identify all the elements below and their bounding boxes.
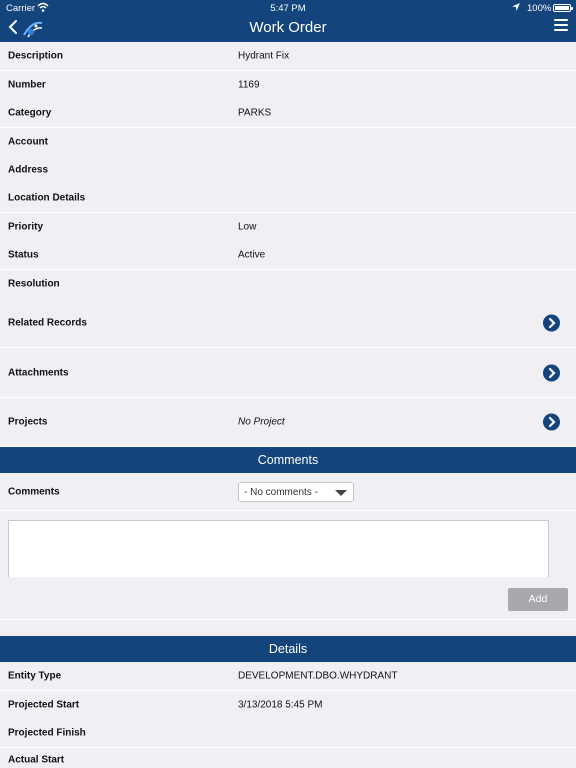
- clock: 5:47 PM: [270, 3, 306, 14]
- battery-icon: [553, 4, 573, 12]
- field-label: Status: [8, 249, 39, 261]
- divider: [0, 619, 576, 620]
- divider: [0, 510, 576, 511]
- detail-row-projected-finish: Projected Finish: [0, 719, 576, 748]
- field-row-status: Status Active: [0, 241, 576, 270]
- chevron-right-circle-icon[interactable]: [543, 413, 560, 431]
- comment-input[interactable]: [8, 520, 549, 577]
- link-row-related-records[interactable]: Related Records: [0, 298, 576, 348]
- field-value: Hydrant Fix: [238, 50, 290, 62]
- battery-percentage: 100%: [527, 3, 552, 14]
- field-value: Active: [238, 249, 266, 261]
- field-row-description: Description Hydrant Fix: [0, 42, 576, 71]
- comments-label: Comments: [8, 486, 60, 497]
- field-label: Category: [8, 107, 52, 119]
- field-label: Resolution: [8, 278, 60, 290]
- link-label: Related Records: [8, 317, 87, 328]
- hamburger-menu-icon[interactable]: [554, 19, 568, 33]
- field-label: Location Details: [8, 192, 86, 204]
- chevron-right-circle-icon[interactable]: [543, 364, 560, 381]
- field-label: Account: [8, 136, 48, 148]
- field-value: Low: [238, 221, 257, 233]
- detail-value: DEVELOPMENT.DBO.WHYDRANT: [238, 670, 398, 682]
- field-label: Address: [8, 164, 49, 176]
- detail-label: Entity Type: [8, 670, 62, 682]
- detail-value: 3/13/2018 5:45 PM: [238, 699, 323, 711]
- detail-label: Actual Start: [8, 754, 65, 766]
- navigation-bar: Work Order: [0, 16, 576, 42]
- field-label: Description: [8, 50, 64, 62]
- detail-label: Projected Finish: [8, 727, 86, 739]
- link-value: No Project: [238, 416, 285, 428]
- comments-select-value: - No comments -: [244, 487, 318, 498]
- field-row-priority: Priority Low: [0, 213, 576, 242]
- field-row-account: Account: [0, 128, 576, 157]
- page-title: Work Order: [249, 19, 327, 36]
- add-comment-button[interactable]: Add: [508, 588, 568, 611]
- section-header-details: Details: [0, 636, 576, 662]
- detail-row-actual-start: Actual Start: [0, 748, 576, 768]
- link-label: Attachments: [8, 367, 69, 378]
- link-label: Projects: [8, 416, 48, 428]
- field-label: Number: [8, 79, 46, 91]
- detail-label: Projected Start: [8, 699, 80, 711]
- field-row-location-details: Location Details: [0, 184, 576, 213]
- field-label: Priority: [8, 221, 44, 233]
- link-row-attachments[interactable]: Attachments: [0, 348, 576, 398]
- link-row-projects[interactable]: Projects No Project: [0, 398, 576, 447]
- chevron-right-circle-icon[interactable]: [543, 314, 560, 331]
- field-row-resolution: Resolution: [0, 270, 576, 299]
- location-arrow-icon: [511, 2, 521, 15]
- detail-row-projected-start: Projected Start 3/13/2018 5:45 PM: [0, 691, 576, 720]
- section-header-comments: Comments: [0, 447, 576, 473]
- field-row-address: Address: [0, 156, 576, 185]
- status-bar: Carrier 5:47 PM 100%: [0, 0, 576, 16]
- comments-select[interactable]: - No comments -: [238, 482, 354, 502]
- chevron-down-icon: [335, 490, 347, 496]
- detail-row-entity-type: Entity Type DEVELOPMENT.DBO.WHYDRANT: [0, 662, 576, 691]
- field-row-category: Category PARKS: [0, 99, 576, 128]
- field-row-number: Number 1169: [0, 71, 576, 100]
- field-value: 1169: [238, 79, 260, 91]
- field-value: PARKS: [238, 107, 272, 119]
